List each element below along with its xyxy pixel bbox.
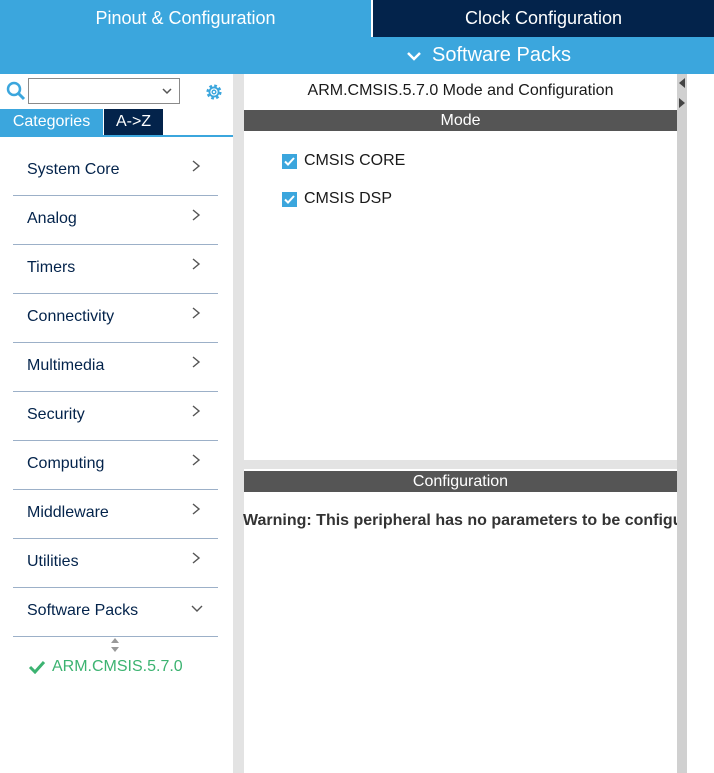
chevron-right-icon	[192, 454, 201, 466]
collapse-arrows-icon[interactable]	[677, 76, 687, 112]
horizontal-splitter[interactable]	[244, 460, 677, 469]
configuration-header: Configuration	[244, 471, 677, 492]
category-label: Software Packs	[27, 602, 139, 619]
category-label: Computing	[27, 455, 105, 472]
pack-item-arm-cmsis[interactable]: ARM.CMSIS.5.7.0	[28, 658, 183, 676]
checkbox-cmsis-dsp[interactable]: CMSIS DSP	[282, 190, 392, 208]
category-analog[interactable]: Analog	[13, 196, 218, 245]
category-label: Connectivity	[27, 308, 115, 325]
category-utilities[interactable]: Utilities	[13, 539, 218, 588]
vertical-scrollbar[interactable]	[677, 74, 687, 773]
pack-item-label: ARM.CMSIS.5.7.0	[52, 658, 183, 675]
chevron-down-icon	[407, 51, 421, 61]
category-security[interactable]: Security	[13, 392, 218, 441]
chevron-right-icon	[192, 160, 201, 172]
mode-header: Mode	[244, 110, 677, 131]
search-row	[0, 76, 233, 106]
sort-arrows-icon[interactable]	[109, 636, 121, 654]
category-connectivity[interactable]: Connectivity	[13, 294, 218, 343]
tab-categories[interactable]: Categories	[0, 109, 104, 135]
chevron-down-icon	[191, 605, 203, 612]
tab-pinout-configuration[interactable]: Pinout & Configuration	[0, 0, 373, 37]
software-packs-label: Software Packs	[432, 44, 571, 66]
warning-message: Warning: This peripheral has no paramete…	[243, 512, 677, 529]
category-label: Analog	[27, 210, 77, 227]
checkmark-icon	[284, 156, 295, 166]
view-tabs: Categories A->Z	[0, 109, 163, 135]
chevron-right-icon	[192, 209, 201, 221]
chevron-right-icon	[192, 405, 201, 417]
top-tabs: Pinout & Configuration Clock Configurati…	[0, 0, 714, 37]
checkbox-label: CMSIS DSP	[304, 190, 393, 207]
check-icon	[28, 660, 46, 674]
search-input[interactable]	[28, 78, 180, 104]
chevron-right-icon	[192, 258, 201, 270]
software-packs-menu[interactable]: Software Packs	[404, 37, 571, 74]
category-timers[interactable]: Timers	[13, 245, 218, 294]
category-software-packs[interactable]: Software Packs	[13, 588, 218, 637]
category-label: System Core	[27, 161, 120, 178]
checkmark-icon	[284, 194, 295, 204]
checkbox-cmsis-core[interactable]: CMSIS CORE	[282, 152, 405, 170]
category-label: Middleware	[27, 504, 109, 521]
checkbox-label: CMSIS CORE	[304, 152, 406, 169]
category-label: Utilities	[27, 553, 79, 570]
vertical-splitter[interactable]	[233, 74, 244, 773]
search-icon[interactable]	[6, 81, 26, 101]
tab-clock-configuration[interactable]: Clock Configuration	[373, 0, 714, 37]
checkbox[interactable]	[282, 191, 297, 207]
chevron-right-icon	[192, 307, 201, 319]
gear-icon[interactable]	[203, 81, 225, 103]
sub-bar: Software Packs	[0, 37, 714, 74]
category-label: Security	[27, 406, 85, 423]
panel-title: ARM.CMSIS.5.7.0 Mode and Configuration	[307, 82, 614, 99]
mode-configuration-panel: ARM.CMSIS.5.7.0 Mode and Configuration M…	[243, 74, 677, 773]
category-middleware[interactable]: Middleware	[13, 490, 218, 539]
tab-a-to-z[interactable]: A->Z	[104, 109, 163, 135]
category-system-core[interactable]: System Core	[13, 147, 218, 196]
category-label: Timers	[27, 259, 76, 276]
chevron-down-icon	[162, 88, 172, 95]
category-label: Multimedia	[27, 357, 105, 374]
stm32cubemx-window: Pinout & Configuration Clock Configurati…	[0, 0, 714, 773]
chevron-right-icon	[192, 356, 201, 368]
category-computing[interactable]: Computing	[13, 441, 218, 490]
chevron-right-icon	[192, 552, 201, 564]
category-list: System Core Analog Timers Connectivity M…	[13, 147, 218, 637]
categories-panel: Categories A->Z System Core Analog Timer…	[0, 74, 233, 773]
checkbox[interactable]	[282, 153, 297, 169]
chevron-right-icon	[192, 503, 201, 515]
category-multimedia[interactable]: Multimedia	[13, 343, 218, 392]
